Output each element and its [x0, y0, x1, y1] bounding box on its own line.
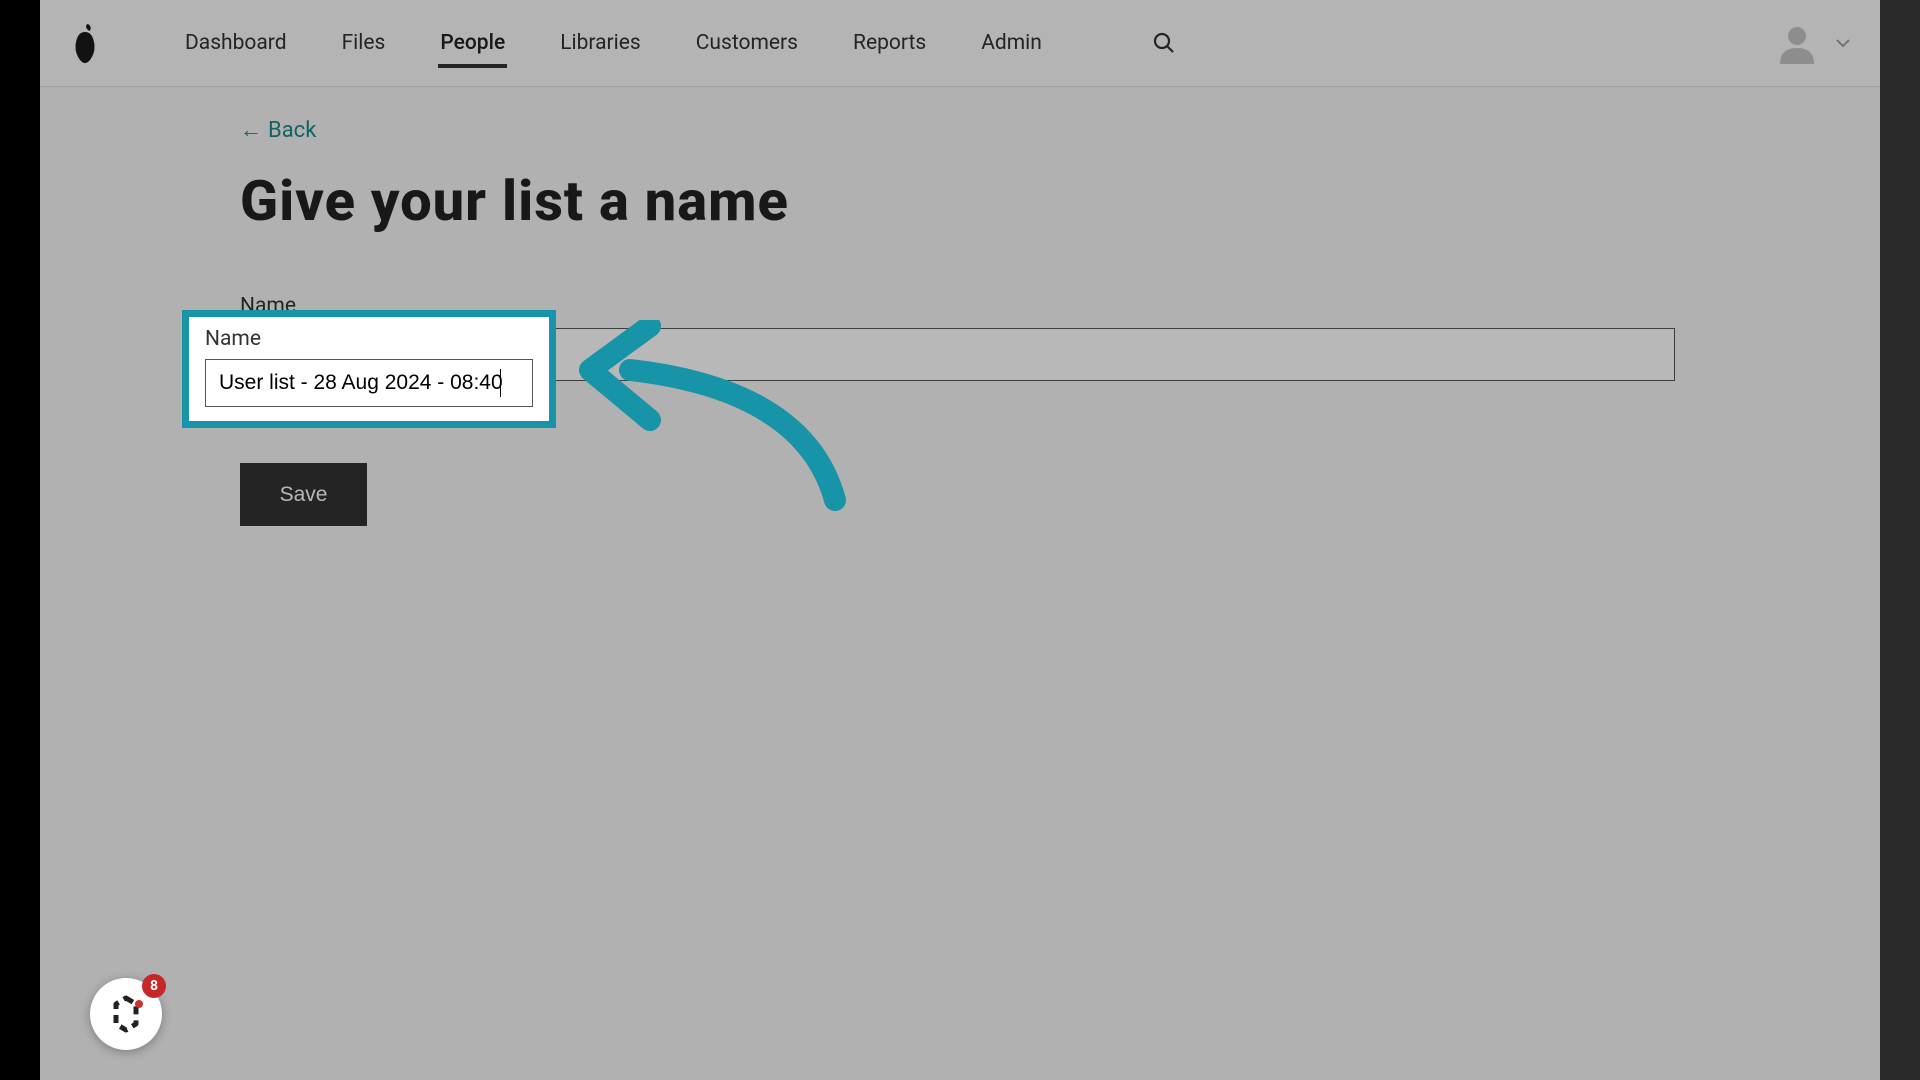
nav-files[interactable]: Files [342, 0, 386, 86]
help-widget-icon [104, 992, 148, 1036]
back-link[interactable]: ← Back [240, 117, 316, 143]
nav-people[interactable]: People [440, 0, 505, 86]
app-logo[interactable] [70, 22, 100, 64]
main-nav: Dashboard Files People Libraries Custome… [185, 0, 1175, 86]
name-form-group: Name [240, 294, 1680, 381]
show-for-others-row: Show for others [240, 395, 1680, 419]
page-title: Give your list a name [240, 168, 1680, 234]
nav-reports[interactable]: Reports [853, 0, 926, 86]
nav-customers[interactable]: Customers [696, 0, 798, 86]
avatar-icon [1776, 22, 1818, 64]
chevron-down-icon [1836, 39, 1850, 48]
help-widget[interactable]: 8 [90, 978, 162, 1050]
nav-admin[interactable]: Admin [981, 0, 1042, 86]
show-for-others-label[interactable]: Show for others [264, 395, 412, 419]
name-input[interactable] [240, 328, 1675, 381]
right-edge [1880, 0, 1920, 1080]
page-content: ← Back Give your list a name Name Show f… [40, 87, 1880, 526]
show-for-others-checkbox[interactable] [240, 399, 256, 415]
nav-dashboard[interactable]: Dashboard [185, 0, 287, 86]
back-label: Back [268, 118, 316, 143]
help-badge: 8 [142, 974, 166, 998]
top-header: Dashboard Files People Libraries Custome… [40, 0, 1880, 87]
name-label: Name [240, 294, 1680, 318]
search-button[interactable] [1153, 32, 1175, 54]
nav-libraries[interactable]: Libraries [560, 0, 641, 86]
back-arrow-icon: ← [240, 117, 262, 143]
profile-menu[interactable] [1776, 22, 1850, 64]
search-icon [1153, 32, 1175, 54]
save-button[interactable]: Save [240, 463, 367, 526]
